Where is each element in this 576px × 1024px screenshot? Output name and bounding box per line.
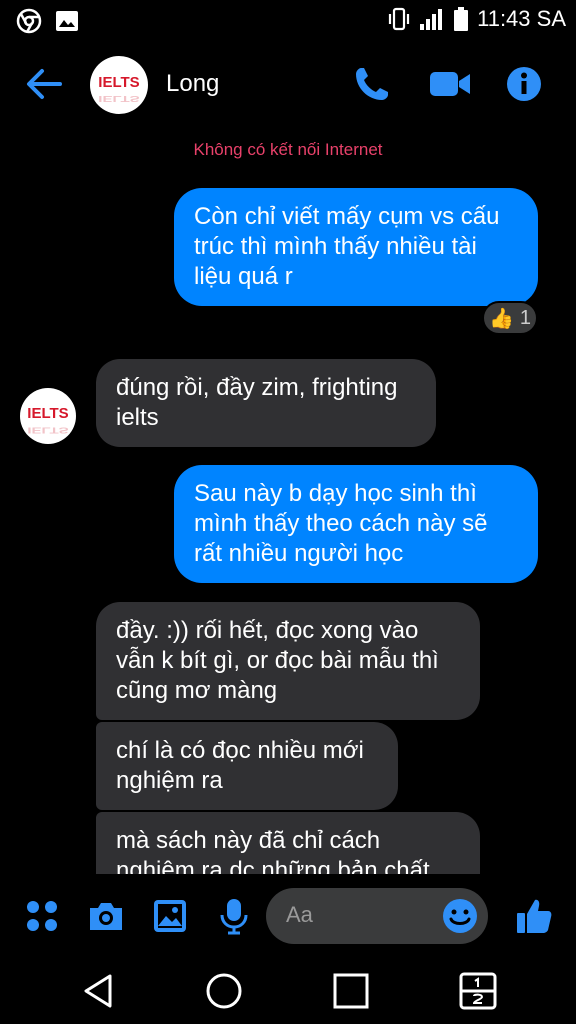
message-composer: Aa <box>0 874 576 958</box>
nav-recents-icon[interactable] <box>330 970 372 1012</box>
sender-avatar[interactable]: IELTS IELTS <box>20 388 76 444</box>
ielts-logo: IELTS IELTS <box>98 74 139 104</box>
message-bubble-incoming[interactable]: chí là có đọc nhiều mới nghiệm ra <box>96 722 398 810</box>
conversation-header: IELTS IELTS Long <box>0 48 576 120</box>
contact-name[interactable]: Long <box>166 70 219 98</box>
thumbs-up-emoji: 👍 <box>488 307 514 330</box>
emoji-icon[interactable] <box>440 896 480 936</box>
camera-icon[interactable] <box>86 896 126 936</box>
image-notification-icon <box>56 11 78 31</box>
more-apps-icon[interactable] <box>22 896 62 936</box>
contact-avatar[interactable]: IELTS IELTS <box>90 56 148 114</box>
signal-icon <box>420 9 443 30</box>
battery-icon <box>454 7 469 31</box>
phone-call-icon[interactable] <box>352 64 392 104</box>
svg-text:IELTS: IELTS <box>98 74 139 91</box>
android-navigation-bar <box>0 958 576 1024</box>
nav-split-screen-icon[interactable] <box>457 970 499 1012</box>
chrome-icon <box>16 8 42 34</box>
no-connection-banner: Không có kết nối Internet <box>193 140 383 159</box>
gallery-icon[interactable] <box>150 896 190 936</box>
message-bubble-outgoing[interactable]: Còn chỉ viết mấy cụm vs cấu trúc thì mìn… <box>174 188 538 306</box>
svg-text:IELTS: IELTS <box>27 426 68 436</box>
microphone-icon[interactable] <box>214 896 254 936</box>
message-input[interactable]: Aa <box>266 888 488 944</box>
svg-text:IELTS: IELTS <box>27 405 68 422</box>
status-bar: 11:43 SA <box>0 0 576 40</box>
nav-home-icon[interactable] <box>203 970 245 1012</box>
back-arrow-icon[interactable] <box>22 62 66 106</box>
message-bubble-outgoing[interactable]: Sau này b dạy học sinh thì mình thấy the… <box>174 465 538 583</box>
message-bubble-incoming[interactable]: đầy. :)) rối hết, đọc xong vào vẫn k bít… <box>96 602 480 720</box>
clock: 11:43 SA <box>477 6 566 31</box>
nav-back-icon[interactable] <box>78 970 120 1012</box>
svg-text:IELTS: IELTS <box>98 94 139 104</box>
message-input-placeholder: Aa <box>286 902 313 927</box>
reaction-count: 1 <box>519 306 532 329</box>
video-call-icon[interactable] <box>428 64 472 104</box>
reaction-badge[interactable]: 👍 1 <box>482 301 538 335</box>
thumbs-up-icon[interactable] <box>514 896 554 936</box>
message-bubble-incoming[interactable]: đúng rồi, đầy zim, frighting ielts <box>96 359 436 447</box>
vibrate-icon <box>389 7 410 31</box>
ielts-logo: IELTS IELTS <box>27 405 68 436</box>
info-icon[interactable] <box>504 64 544 104</box>
